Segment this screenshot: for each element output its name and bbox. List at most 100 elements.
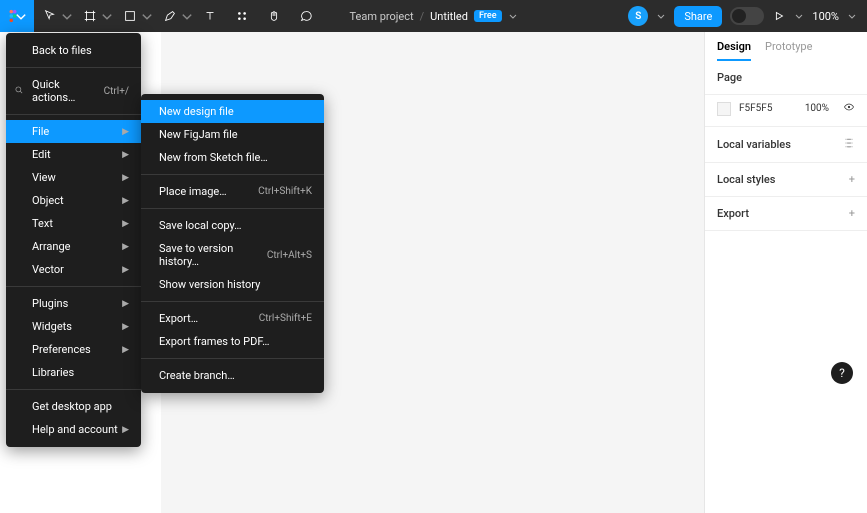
chevron-down-icon — [180, 9, 194, 23]
menu-object[interactable]: Object ▶ — [6, 189, 141, 212]
plus-icon[interactable]: + — [849, 173, 855, 186]
frame-tool-chevron[interactable] — [100, 0, 114, 32]
pen-tool-chevron[interactable] — [180, 0, 194, 32]
menu-item-label: New design file — [159, 105, 234, 118]
share-button[interactable]: Share — [674, 6, 722, 27]
file-menu-export-frames-to-pdf-[interactable]: Export frames to PDF… — [141, 330, 324, 353]
export-section[interactable]: Export + — [705, 197, 867, 231]
menu-vector[interactable]: Vector▶ — [6, 258, 141, 281]
menu-separator — [141, 208, 324, 209]
chevron-down-icon — [60, 9, 74, 23]
chevron-right-icon: ▶ — [122, 150, 129, 160]
hand-tool[interactable] — [258, 0, 290, 32]
resources-tool[interactable] — [226, 0, 258, 32]
rectangle-icon — [123, 9, 137, 23]
menu-item-label: Widgets — [32, 320, 72, 333]
hand-icon — [267, 9, 281, 23]
menu-separator — [141, 358, 324, 359]
menu-plugins[interactable]: Plugins▶ — [6, 292, 141, 315]
menu-preferences[interactable]: Preferences▶ — [6, 338, 141, 361]
file-menu-new-from-sketch-file-[interactable]: New from Sketch file… — [141, 146, 324, 169]
menu-get-desktop-app[interactable]: Get desktop app — [6, 395, 141, 418]
menu-item-label: Save to version history… — [159, 242, 267, 268]
menu-shortcut: Ctrl+Alt+S — [267, 250, 312, 261]
toolbar-right: S Share 100% — [628, 6, 867, 27]
settings-icon[interactable] — [843, 137, 855, 152]
file-title[interactable]: Untitled — [430, 10, 468, 23]
local-styles-section[interactable]: Local styles + — [705, 163, 867, 197]
chevron-right-icon: ▶ — [122, 219, 129, 229]
user-avatar[interactable]: S — [628, 6, 648, 26]
file-menu-create-branch-[interactable]: Create branch… — [141, 364, 324, 387]
menu-arrange[interactable]: Arrange ▶ — [6, 235, 141, 258]
menu-item-label: Show version history — [159, 278, 260, 291]
menu-item-label: Place image… — [159, 185, 227, 198]
present-icon[interactable] — [772, 9, 786, 23]
zoom-level[interactable]: 100% — [812, 10, 839, 23]
chevron-down-icon — [14, 9, 28, 23]
chevron-right-icon: ▶ — [122, 173, 129, 183]
menu-quick-actions[interactable]: Quick actions… Ctrl+/ — [6, 73, 141, 109]
file-menu-show-version-history[interactable]: Show version history — [141, 273, 324, 296]
menu-libraries[interactable]: Libraries — [6, 361, 141, 384]
page-section: Page — [705, 61, 867, 95]
move-tool-chevron[interactable] — [60, 0, 74, 32]
figma-menu-button[interactable] — [0, 0, 34, 32]
plus-icon[interactable]: + — [849, 207, 855, 220]
comment-icon — [299, 9, 313, 23]
menu-item-label: Libraries — [32, 366, 74, 379]
local-variables-section[interactable]: Local variables — [705, 127, 867, 163]
chevron-down-icon — [100, 9, 114, 23]
menu-help-and-account[interactable]: Help and account▶ — [6, 418, 141, 441]
chevron-down-icon[interactable] — [794, 11, 804, 21]
comment-tool[interactable] — [290, 0, 322, 32]
menu-view[interactable]: View ▶ — [6, 166, 141, 189]
menu-item-label: Object — [32, 194, 64, 207]
color-swatch[interactable] — [717, 102, 731, 116]
breadcrumb-separator: / — [420, 10, 425, 23]
menu-widgets[interactable]: Widgets▶ — [6, 315, 141, 338]
menu-item-label: Vector — [32, 263, 64, 276]
menu-item-label: Arrange — [32, 240, 70, 253]
menu-separator — [6, 114, 141, 115]
menu-item-label: Plugins — [32, 297, 68, 310]
file-menu-save-local-copy-[interactable]: Save local copy… — [141, 214, 324, 237]
menu-item-label: View — [32, 171, 56, 184]
menu-separator — [141, 174, 324, 175]
chevron-down-icon[interactable] — [656, 11, 666, 21]
text-tool[interactable] — [194, 0, 226, 32]
background-color-row[interactable]: F5F5F5 100% — [705, 95, 867, 127]
color-opacity[interactable]: 100% — [805, 103, 829, 114]
dev-mode-toggle[interactable] — [730, 7, 764, 25]
eye-icon — [843, 101, 855, 113]
chevron-right-icon: ▶ — [122, 242, 129, 252]
menu-item-label: New from Sketch file… — [159, 151, 268, 164]
menu-item-label: Export… — [159, 312, 198, 325]
chevron-down-icon[interactable] — [847, 11, 857, 21]
tab-design[interactable]: Design — [717, 40, 751, 61]
color-hex[interactable]: F5F5F5 — [739, 103, 772, 114]
menu-item-label: Help and account — [32, 423, 118, 436]
file-menu-export-[interactable]: Export…Ctrl+Shift+E — [141, 307, 324, 330]
visibility-toggle[interactable] — [843, 101, 855, 116]
file-menu-new-figjam-file[interactable]: New FigJam file — [141, 123, 324, 146]
menu-text[interactable]: Text▶ — [6, 212, 141, 235]
menu-back-to-files[interactable]: Back to files — [6, 39, 141, 62]
chevron-down-icon[interactable] — [508, 11, 518, 21]
local-variables-label: Local variables — [717, 138, 791, 151]
menu-item-label: Preferences — [32, 343, 91, 356]
file-menu-new-design-file[interactable]: New design file — [141, 100, 324, 123]
chevron-right-icon: ▶ — [122, 127, 129, 137]
menu-file[interactable]: File▶ — [6, 120, 141, 143]
tab-prototype[interactable]: Prototype — [765, 40, 812, 61]
menu-edit[interactable]: Edit▶ — [6, 143, 141, 166]
chevron-right-icon: ▶ — [122, 196, 129, 206]
local-styles-label: Local styles — [717, 173, 775, 186]
file-menu-place-image-[interactable]: Place image…Ctrl+Shift+K — [141, 180, 324, 203]
page-label: Page — [717, 71, 742, 84]
file-menu-save-to-version-history-[interactable]: Save to version history…Ctrl+Alt+S — [141, 237, 324, 273]
help-button[interactable]: ? — [831, 362, 853, 384]
shape-tool-chevron[interactable] — [140, 0, 154, 32]
project-name[interactable]: Team project — [349, 10, 413, 23]
menu-separator — [141, 301, 324, 302]
